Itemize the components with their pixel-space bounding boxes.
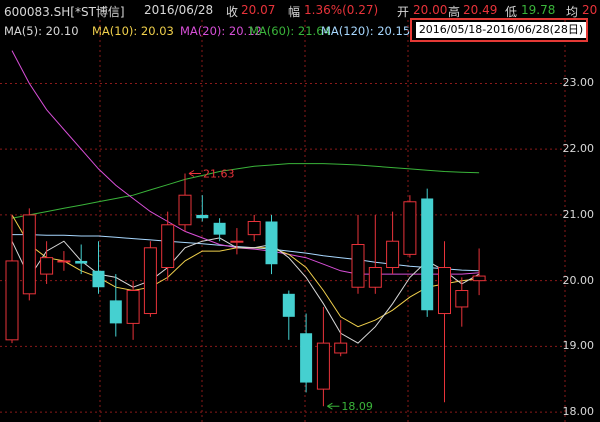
candle	[247, 214, 261, 242]
candle	[265, 214, 278, 275]
candle-body-up	[22, 214, 36, 295]
candle	[351, 214, 365, 294]
candle-body-up	[5, 260, 19, 341]
candle	[143, 241, 157, 317]
candle	[300, 313, 313, 393]
y-tick-label: 19.00	[562, 339, 595, 353]
high-annotation-label: 21.63	[203, 168, 235, 181]
candle	[92, 241, 105, 294]
candle	[109, 274, 122, 337]
candle-body-down	[282, 293, 295, 317]
candle-body-up	[368, 267, 382, 288]
stock-chart-window: 600083.SH[*ST博信] 2016/06/28 收 20.07 幅 1.…	[0, 0, 600, 422]
candle	[22, 208, 36, 301]
y-tick-label: 20.00	[562, 273, 595, 287]
candle-body-up	[386, 240, 400, 269]
candle-body-up	[126, 290, 140, 324]
candle	[282, 290, 295, 340]
y-tick-label: 21.00	[562, 207, 595, 221]
candle-body-up	[316, 342, 330, 390]
candle-body-up	[161, 224, 175, 269]
candle-body-up	[438, 267, 451, 315]
candle-body-down	[196, 214, 209, 219]
candle-body-down	[300, 333, 313, 383]
candle	[75, 244, 88, 275]
candle-body-up	[178, 194, 192, 226]
candlestick-chart[interactable]: 21.63 18.09	[0, 0, 600, 422]
candle-body-down	[213, 222, 226, 235]
y-tick-label: 23.00	[562, 76, 595, 90]
y-tick-label: 18.00	[562, 405, 595, 419]
candle-body-up	[230, 240, 244, 243]
candle-body-down	[75, 260, 88, 264]
candle	[386, 211, 400, 275]
candle-body-up	[57, 260, 71, 263]
y-tick-label: 22.00	[562, 142, 595, 156]
candle-body-down	[109, 300, 122, 324]
candle-body-up	[334, 342, 348, 354]
date-range-label[interactable]: 2016/05/18-2016/06/28(28日)	[416, 22, 586, 38]
candle	[438, 241, 451, 403]
candle-body-up	[351, 244, 365, 288]
candle	[403, 195, 417, 258]
candle	[196, 195, 209, 222]
candle-body-up	[143, 247, 157, 315]
candle	[57, 251, 71, 271]
candle	[455, 277, 469, 327]
candle-body-down	[421, 198, 434, 311]
candle-body-up	[40, 257, 54, 275]
candle-body-up	[403, 201, 417, 255]
candle	[316, 306, 330, 407]
candle	[368, 214, 382, 294]
candle-body-up	[455, 290, 469, 308]
candle-body-down	[92, 270, 105, 288]
low-annotation-label: 18.09	[341, 400, 373, 413]
candle-body-up	[472, 275, 486, 282]
candle	[213, 218, 226, 242]
candle	[40, 241, 54, 284]
candle	[178, 173, 192, 232]
candle-body-down	[265, 221, 278, 265]
candle	[421, 188, 434, 317]
candle-body-up	[247, 220, 261, 236]
candle	[472, 248, 486, 296]
candle	[230, 228, 244, 255]
